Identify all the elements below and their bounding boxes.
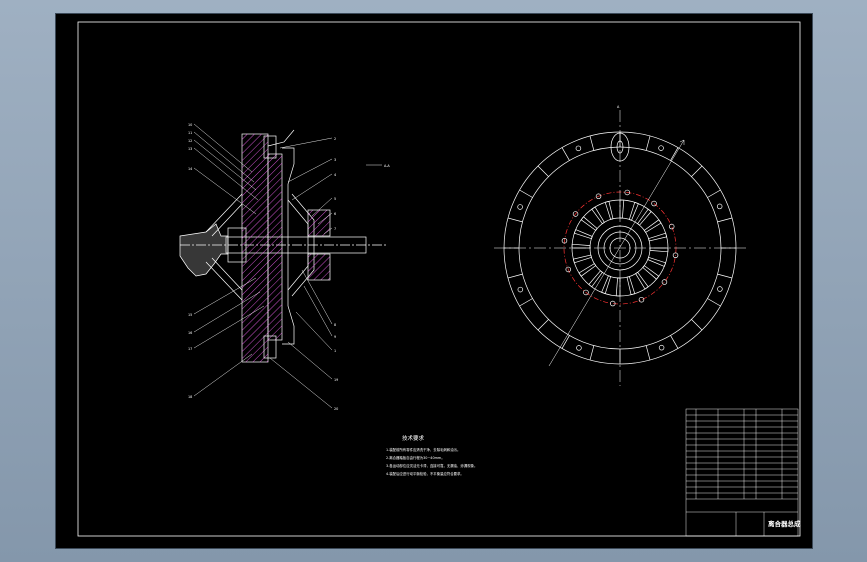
rim-segment-line xyxy=(691,165,703,177)
rim-segment-line xyxy=(519,189,533,198)
front-view xyxy=(494,110,746,386)
diaphragm-finger xyxy=(642,265,660,280)
rim-segment-line xyxy=(670,335,679,349)
rim-segment-line xyxy=(645,135,651,151)
part-numbers-right: 2 3 4 5 6 7 8 9 1 19 20 A-A xyxy=(334,137,390,411)
diaphragm-finger xyxy=(637,208,652,226)
bolt-hole xyxy=(658,344,665,351)
diaphragm-finger xyxy=(601,275,612,295)
requirement-item: 4.装配后应进行动平衡检验，不平衡量应符合要求。 xyxy=(386,471,464,476)
rim-segment-line xyxy=(537,319,549,331)
part-number: 6 xyxy=(334,212,336,216)
rim-segment-line xyxy=(519,298,533,307)
bolt-hole xyxy=(717,286,723,292)
part-number: 4 xyxy=(334,173,336,177)
part-number: 20 xyxy=(334,407,338,411)
rim-segment-line xyxy=(561,147,570,161)
diaphragm-finger xyxy=(628,201,639,221)
part-number: 12 xyxy=(188,139,192,143)
release-bearing-bottom xyxy=(307,253,331,281)
part-number: 7 xyxy=(334,227,336,231)
part-number: 19 xyxy=(334,378,338,382)
part-number: 18 xyxy=(188,395,192,399)
drawing-title: 离合器总成 xyxy=(768,519,801,528)
rim-segment-line xyxy=(717,217,733,223)
flywheel-hub xyxy=(179,223,229,277)
rim-segment-line xyxy=(537,165,549,177)
bolt-hole xyxy=(638,296,645,303)
bolt-hole xyxy=(658,145,664,151)
diaphragm-finger xyxy=(626,276,636,296)
diaphragm-finger xyxy=(604,200,614,220)
section-cut-line xyxy=(548,139,685,367)
diaphragm-finger xyxy=(619,199,625,219)
rim-segment-line xyxy=(670,147,679,161)
rim-segment-line xyxy=(707,298,721,307)
diaphragm-finger xyxy=(635,271,649,290)
part-number: 11 xyxy=(188,131,192,135)
part-number: 16 xyxy=(188,331,192,335)
bolt-hole xyxy=(517,286,524,293)
diaphragm-finger xyxy=(578,263,597,277)
part-number: 1 xyxy=(334,349,336,353)
rim-segment-line xyxy=(691,319,703,331)
part-number: 14 xyxy=(188,167,192,171)
part-number: 10 xyxy=(188,123,192,127)
part-number: 13 xyxy=(188,147,192,151)
diaphragm-finger xyxy=(648,232,668,242)
drawing-sheet: 10 11 12 13 14 15 16 17 18 2 3 4 5 6 7 8… xyxy=(56,14,812,548)
section-label: A-A xyxy=(384,164,390,168)
bolt-hole xyxy=(576,345,582,351)
diaphragm-finger xyxy=(591,206,605,225)
title-block xyxy=(685,408,799,537)
part-number: 9 xyxy=(334,335,336,339)
diaphragm-finger xyxy=(571,243,591,249)
clutch-cover xyxy=(282,147,295,345)
rim-segment-line xyxy=(589,135,595,151)
diaphragm-finger xyxy=(643,219,662,233)
rim-segment-line xyxy=(645,345,651,361)
part-number: 3 xyxy=(334,158,336,162)
section-view xyxy=(179,129,388,363)
diaphragm-finger xyxy=(588,270,603,288)
part-number: 8 xyxy=(334,323,336,327)
rim-segment-line xyxy=(707,189,721,198)
bolt-hole xyxy=(517,204,523,210)
rim-segment-line xyxy=(589,345,595,361)
diaphragm-finger xyxy=(649,247,669,253)
bolt-hole xyxy=(575,145,582,152)
technical-requirements: 技术要求 1.装配前所有零件应清洗干净，去除毛刺和油污。 2.离合器踏板自由行程… xyxy=(386,434,477,476)
diaphragm-finger xyxy=(615,277,621,297)
requirements-heading: 技术要求 xyxy=(402,434,425,442)
bolt-hole xyxy=(661,279,668,285)
part-number: 5 xyxy=(334,197,336,201)
diaphragm-finger xyxy=(572,254,592,264)
bolt-hole xyxy=(668,223,675,230)
rim-segment-line xyxy=(717,273,733,279)
diaphragm-finger xyxy=(573,229,593,240)
part-number: 17 xyxy=(188,347,192,351)
view-label: A xyxy=(617,105,620,109)
part-number: 2 xyxy=(334,137,336,141)
requirement-item: 2.离合器踏板自由行程为30~40mm。 xyxy=(386,455,445,460)
bolt-hole xyxy=(716,203,723,210)
part-number: 15 xyxy=(188,313,192,317)
requirement-item: 3.各运动部位应灵活无卡滞，连接可靠，无漏油、渗漏现象。 xyxy=(386,463,477,468)
rim-segment-line xyxy=(507,273,523,279)
cad-drawing: 10 11 12 13 14 15 16 17 18 2 3 4 5 6 7 8… xyxy=(77,21,801,537)
rim-segment-line xyxy=(507,217,523,223)
requirement-item: 1.装配前所有零件应清洗干净，去除毛刺和油污。 xyxy=(386,447,460,452)
diaphragm-finger xyxy=(647,256,667,267)
diaphragm-finger xyxy=(580,216,598,231)
